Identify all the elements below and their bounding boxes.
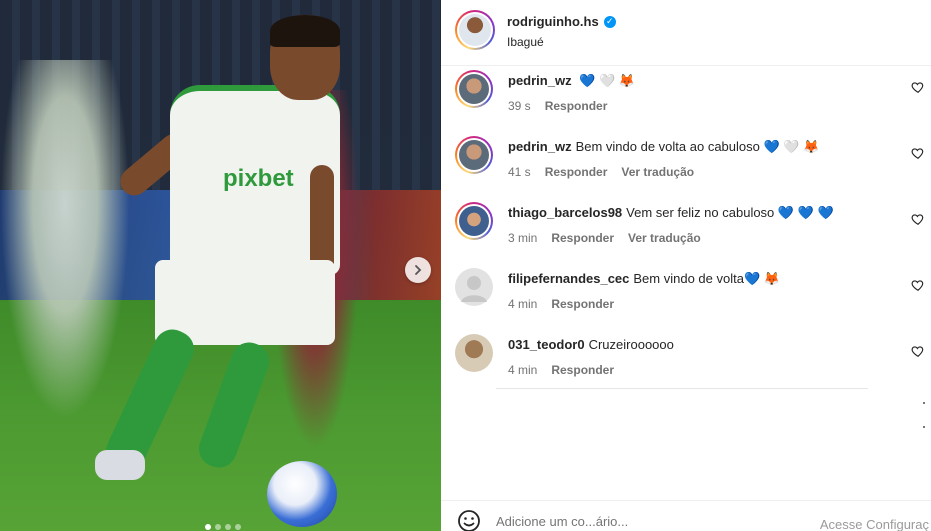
- comment-meta: 3 min Responder Ver tradução: [508, 231, 701, 245]
- comment-meta: 4 min Responder: [508, 297, 614, 311]
- comment-time: 3 min: [508, 231, 538, 245]
- post-location[interactable]: Ibagué: [507, 35, 544, 49]
- emoji: 💙: [817, 205, 834, 220]
- see-translation-button[interactable]: Ver tradução: [628, 231, 701, 245]
- commenter-avatar[interactable]: [455, 136, 493, 174]
- heart-outline-icon[interactable]: [911, 80, 925, 94]
- emoji: 🦊: [803, 139, 820, 154]
- comment-text: Vem ser feliz no cabuloso: [626, 205, 775, 220]
- reply-button[interactable]: Responder: [545, 165, 608, 179]
- commenter-avatar[interactable]: [455, 202, 493, 240]
- comments-panel: rodriguinho.hs ✓ Ibagué pedrin_wz 💙 🤍 🦊 …: [441, 0, 931, 531]
- comment-username[interactable]: filipefernandes_cec: [508, 271, 629, 286]
- commenter-avatar[interactable]: [455, 70, 493, 108]
- comment-text: Bem vindo de volta: [633, 271, 744, 286]
- comment-username[interactable]: 031_teodor0: [508, 337, 585, 352]
- emoji: 💙: [579, 73, 596, 88]
- add-comment-input[interactable]: [496, 511, 796, 531]
- reply-button[interactable]: Responder: [551, 231, 614, 245]
- post-photo[interactable]: pixbet: [0, 0, 441, 531]
- carousel-dot: [225, 524, 231, 530]
- player-boot: [95, 450, 145, 480]
- comment-time: 4 min: [508, 297, 538, 311]
- verified-badge-icon: ✓: [603, 15, 616, 28]
- emoji: 🤍: [783, 139, 800, 154]
- comment-meta: 39 s Responder: [508, 99, 607, 113]
- comment-item: pedrin_wz Bem vindo de volta ao cabuloso …: [441, 132, 931, 198]
- comment-item: filipefernandes_cec Bem vindo de volta💙 🦊…: [441, 264, 931, 330]
- carousel-dot: [205, 524, 211, 530]
- chevron-right-icon: [415, 265, 422, 275]
- comment-time: 4 min: [508, 363, 538, 377]
- carousel-dot: [235, 524, 241, 530]
- reply-button[interactable]: Responder: [551, 363, 614, 377]
- comment-time: 41 s: [508, 165, 531, 179]
- comment-line: 031_teodor0 Cruzeiroooooo: [508, 337, 674, 352]
- emoji: 💙: [763, 139, 780, 154]
- heart-outline-icon[interactable]: [911, 212, 925, 226]
- heart-outline-icon[interactable]: [911, 146, 925, 160]
- scrollbar[interactable]: [923, 402, 925, 430]
- carousel-next-button[interactable]: [405, 257, 431, 283]
- comment-item: 031_teodor0 Cruzeiroooooo 4 min Responder: [441, 330, 931, 396]
- author-username-text[interactable]: rodriguinho.hs: [507, 14, 599, 29]
- comment-username[interactable]: pedrin_wz: [508, 73, 572, 88]
- comment-meta: 4 min Responder: [508, 363, 614, 377]
- comment-line: thiago_barcelos98 Vem ser feliz no cabulo…: [508, 205, 834, 221]
- comment-text: Bem vindo de volta ao cabuloso: [575, 139, 760, 154]
- comment-line: pedrin_wz 💙 🤍 🦊: [508, 73, 635, 89]
- author-username[interactable]: rodriguinho.hs ✓: [507, 14, 616, 29]
- reply-button[interactable]: Responder: [551, 297, 614, 311]
- football-player: pixbet: [95, 15, 355, 527]
- comment-text: Cruzeiroooooo: [588, 337, 674, 352]
- smiley-icon[interactable]: [457, 509, 481, 531]
- windows-activation-watermark: Acesse Configuraç: [819, 517, 929, 531]
- comment-item: thiago_barcelos98 Vem ser feliz no cabulo…: [441, 198, 931, 264]
- emoji: 🤍: [599, 73, 616, 88]
- football: [267, 461, 337, 527]
- comment-line: filipefernandes_cec Bem vindo de volta💙 🦊: [508, 271, 780, 287]
- author-avatar[interactable]: [455, 10, 495, 50]
- emoji: 💙: [743, 271, 761, 286]
- commenter-avatar[interactable]: [455, 334, 493, 372]
- divider: [496, 388, 868, 389]
- emoji: 🦊: [618, 73, 636, 88]
- emoji: 💙: [797, 205, 814, 220]
- player-hair: [270, 15, 340, 47]
- heart-outline-icon[interactable]: [911, 278, 925, 292]
- carousel-dot: [215, 524, 221, 530]
- comment-composer: Acesse Configuraç: [441, 500, 931, 531]
- player-right-leg: [193, 337, 275, 473]
- carousel-indicator: [205, 524, 241, 530]
- see-translation-button[interactable]: Ver tradução: [621, 165, 694, 179]
- comment-line: pedrin_wz Bem vindo de volta ao cabuloso …: [508, 139, 819, 155]
- heart-outline-icon[interactable]: [911, 344, 925, 358]
- comment-meta: 41 s Responder Ver tradução: [508, 165, 694, 179]
- commenter-avatar[interactable]: [455, 268, 493, 306]
- jersey-sponsor-logo: pixbet: [223, 165, 294, 192]
- comment-item: pedrin_wz 💙 🤍 🦊 39 s Responder: [441, 66, 931, 132]
- comment-time: 39 s: [508, 99, 531, 113]
- comment-username[interactable]: pedrin_wz: [508, 139, 572, 154]
- reply-button[interactable]: Responder: [545, 99, 608, 113]
- emoji: 🦊: [763, 271, 780, 286]
- post-header: rodriguinho.hs ✓ Ibagué: [441, 0, 931, 66]
- default-avatar-icon: [461, 276, 487, 302]
- emoji: 💙: [777, 205, 795, 220]
- comment-username[interactable]: thiago_barcelos98: [508, 205, 622, 220]
